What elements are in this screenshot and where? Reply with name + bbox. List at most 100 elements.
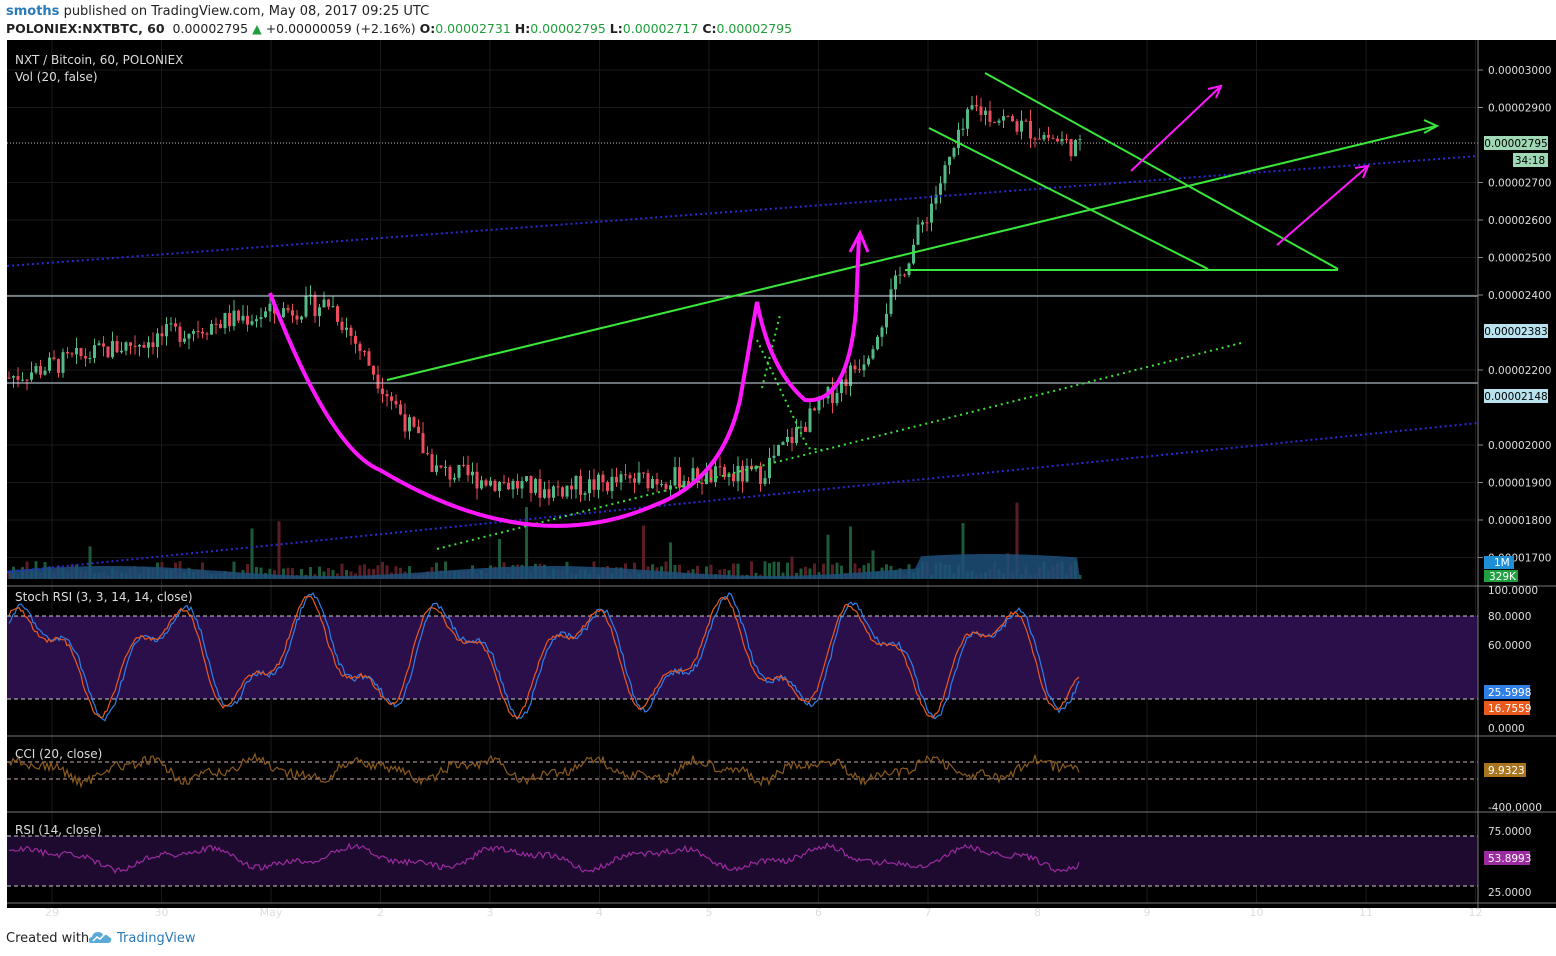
time-tick: 30 — [155, 906, 169, 919]
candle-body — [178, 326, 182, 342]
tradingview-logo-icon[interactable] — [88, 929, 112, 945]
candle-body — [7, 377, 11, 379]
candle-body — [25, 379, 29, 381]
candle-body — [957, 129, 960, 149]
candle-body — [97, 343, 101, 346]
countdown-tag: 34:18 — [1515, 155, 1545, 167]
candle-body — [1024, 120, 1028, 122]
candle-body — [439, 465, 443, 468]
volume-bar — [790, 556, 794, 579]
candle-body — [583, 493, 587, 495]
high-label: H: — [514, 21, 531, 36]
candle-body — [52, 357, 56, 360]
candle-body — [552, 486, 555, 498]
volume-bar — [849, 526, 852, 579]
cci-pane-title: CCI (20, close) — [15, 747, 102, 761]
candle-body — [1056, 138, 1059, 142]
candle-body — [165, 324, 168, 337]
candle-body — [529, 476, 533, 493]
price-tick: 0.00002600 — [1488, 215, 1551, 227]
author-link[interactable]: smoths — [6, 4, 59, 19]
volume-title: Vol (20, false) — [15, 70, 98, 84]
stoch-d-tag: 16.7559 — [1488, 703, 1531, 715]
candle-body — [129, 342, 132, 346]
candle-body — [430, 454, 434, 472]
candle-body — [147, 342, 150, 348]
rsi-pane-title: RSI (14, close) — [15, 823, 101, 837]
candle-body — [673, 467, 677, 486]
candle-body — [196, 331, 200, 333]
candle-body — [871, 349, 875, 359]
candle-body — [291, 310, 294, 316]
candle-body — [295, 315, 299, 320]
candle-body — [376, 374, 380, 389]
candle-body — [961, 128, 965, 130]
candle-body — [939, 183, 942, 195]
candle-body — [993, 121, 996, 123]
candle-body — [232, 310, 236, 327]
candle-body — [426, 453, 429, 455]
candle-body — [466, 464, 470, 476]
candle-body — [421, 433, 425, 454]
candle-body — [489, 480, 492, 486]
candle-body — [1020, 120, 1023, 132]
candle-body — [354, 335, 357, 344]
candle-body — [642, 472, 645, 474]
candle-body — [21, 379, 24, 381]
candle-body — [835, 393, 839, 404]
candle-body — [795, 427, 798, 444]
candle-body — [979, 106, 983, 115]
candle-body — [201, 331, 204, 334]
candle-body — [88, 357, 92, 359]
candle-body — [570, 485, 573, 490]
volume-tag-2: 329K — [1489, 571, 1517, 583]
candle-body — [1078, 139, 1082, 141]
candle-body — [84, 356, 87, 359]
candle-body — [75, 348, 78, 355]
symbol-name[interactable]: POLONIEX:NXTBTC, 60 — [6, 21, 165, 36]
candle-body — [664, 484, 668, 489]
candle-body — [1006, 116, 1010, 118]
candle-body — [358, 343, 362, 352]
volume-bar — [277, 521, 281, 579]
candle-body — [597, 474, 600, 490]
time-tick: 29 — [45, 906, 59, 919]
rsi-axis[interactable]: 75.0000 53.8993 25.0000 — [1484, 826, 1531, 899]
price-tick: 0.00002200 — [1488, 365, 1551, 377]
candle-body — [1033, 138, 1037, 140]
candle-body — [894, 275, 897, 290]
last-price-tag: 0.00002795 — [1484, 138, 1547, 150]
candle-body — [984, 110, 987, 115]
candle-body — [1015, 121, 1019, 132]
candle-body — [210, 323, 213, 335]
rsi-band — [7, 836, 1478, 886]
candle-body — [70, 353, 74, 355]
candle-body — [367, 351, 371, 366]
candle-body — [57, 359, 60, 373]
svg-text:75.0000: 75.0000 — [1488, 826, 1531, 838]
time-tick: 5 — [706, 906, 713, 919]
candle-body — [633, 478, 636, 483]
candle-body — [916, 224, 920, 245]
candle-body — [394, 400, 398, 405]
time-tick: 6 — [815, 906, 822, 919]
candle-body — [1042, 134, 1046, 140]
candle-body — [241, 315, 245, 321]
svg-text:0.0000: 0.0000 — [1488, 723, 1525, 735]
candle-body — [700, 482, 704, 485]
candle-body — [183, 338, 186, 342]
candle-body — [39, 366, 42, 375]
chart-area[interactable]: NXT / Bitcoin, 60, POLONIEX Vol (20, fal… — [0, 40, 1556, 920]
candle-body — [1051, 137, 1055, 139]
publish-line: smoths published on TradingView.com, May… — [6, 4, 429, 19]
candle-body — [736, 465, 740, 482]
candle-body — [538, 478, 542, 498]
tradingview-link[interactable]: TradingView — [117, 931, 196, 946]
candle-body — [318, 307, 321, 316]
candle-body — [151, 342, 155, 347]
candle-body — [988, 110, 992, 122]
candle-body — [786, 436, 789, 443]
candle-body — [615, 476, 618, 483]
candle-body — [246, 315, 249, 325]
candle-body — [862, 364, 866, 371]
